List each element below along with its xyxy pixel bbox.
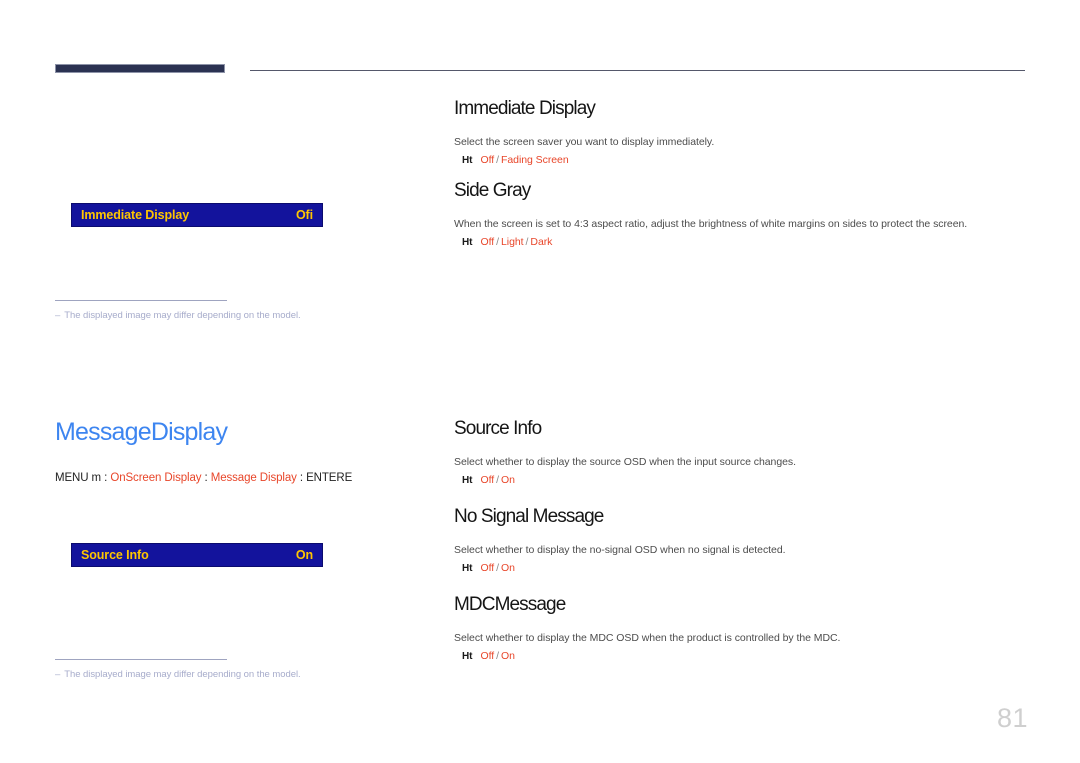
option-value[interactable]: Off [480, 236, 494, 248]
footnote-dash: – [55, 669, 61, 680]
option-value[interactable]: Off [480, 562, 494, 574]
breadcrumb-separator-1: : [101, 472, 111, 484]
option-marker-icon: Ht [462, 474, 473, 486]
topic-description: Select whether to display the no-signal … [454, 543, 786, 556]
breadcrumb-separator-2: : [201, 472, 211, 484]
topic-heading: MDCMessage [454, 594, 566, 615]
breadcrumb: MENU m : OnScreen Display : Message Disp… [55, 472, 352, 484]
option-value[interactable]: Off [480, 650, 494, 662]
osd-row-label: Source Info [81, 548, 149, 562]
topic-description: When the screen is set to 4:3 aspect rat… [454, 217, 968, 230]
breadcrumb-prefix: MENU m [55, 472, 102, 484]
option-marker-icon: Ht [462, 650, 473, 662]
osd-menu-row-source-info[interactable]: Source Info On [71, 543, 323, 567]
option-separator: / [496, 561, 499, 574]
topic-no-signal-message: No Signal Message Select whether to disp… [454, 506, 1044, 574]
topic-description: Select the screen saver you want to disp… [454, 135, 715, 148]
topic-heading: Source Info [454, 418, 542, 439]
footnote-block-top: – The displayed image may differ dependin… [55, 300, 395, 321]
osd-row-value: On [295, 548, 313, 562]
footnote-text: The displayed image may differ depending… [64, 310, 301, 321]
footnote-rule [55, 659, 227, 660]
topic-immediate-display: Immediate Display Select the screen save… [454, 98, 1044, 166]
osd-row-value: Ofi [295, 208, 313, 222]
option-separator: / [496, 649, 499, 662]
topic-heading: Side Gray [454, 180, 531, 201]
topic-description: Select whether to display the source OSD… [454, 455, 796, 468]
option-marker-icon: Ht [462, 562, 473, 574]
topic-options: Ht Off / On [454, 650, 1044, 662]
option-separator: / [496, 473, 499, 486]
topic-description: Select whether to display the MDC OSD wh… [454, 631, 841, 644]
option-value[interactable]: On [501, 474, 515, 486]
topic-mdc-message: MDCMessage Select whether to display the… [454, 594, 1044, 662]
footnote-block-bottom: – The displayed image may differ dependin… [55, 659, 395, 680]
option-value[interactable]: Off [480, 154, 494, 166]
topic-options: Ht Off / Fading Screen [454, 154, 1044, 166]
option-marker-icon: Ht [462, 154, 473, 166]
breadcrumb-separator-3: : [296, 472, 307, 484]
footnote-dash: – [55, 310, 61, 321]
option-separator: / [496, 235, 499, 248]
osd-menu-row-immediate-display[interactable]: Immediate Display Ofi [71, 203, 323, 227]
topic-options: Ht Off / On [454, 474, 1044, 486]
topic-options: Ht Off / Light / Dark [454, 236, 1044, 248]
topic-options: Ht Off / On [454, 562, 1044, 574]
page-title: MessageDisplay [55, 418, 228, 446]
footnote-rule [55, 300, 227, 301]
footnote-line: – The displayed image may differ dependin… [55, 310, 395, 321]
option-value[interactable]: Dark [530, 236, 552, 248]
option-value[interactable]: On [501, 562, 515, 574]
option-value[interactable]: Fading Screen [501, 154, 569, 166]
option-value[interactable]: Light [501, 236, 524, 248]
osd-row-label: Immediate Display [81, 208, 190, 222]
option-value[interactable]: On [501, 650, 515, 662]
header-accent-bar [55, 64, 225, 73]
breadcrumb-item-onscreen-display[interactable]: OnScreen Display [110, 472, 201, 484]
footnote-text: The displayed image may differ depending… [64, 669, 301, 680]
breadcrumb-item-message-display[interactable]: Message Display [211, 472, 297, 484]
header-divider-rule [250, 70, 1025, 71]
topic-side-gray: Side Gray When the screen is set to 4:3 … [454, 180, 1044, 248]
option-value[interactable]: Off [480, 474, 494, 486]
footnote-line: – The displayed image may differ dependin… [55, 669, 395, 680]
topic-heading: Immediate Display [454, 98, 596, 119]
topic-source-info: Source Info Select whether to display th… [454, 418, 1044, 486]
topic-heading: No Signal Message [454, 506, 604, 527]
option-marker-icon: Ht [462, 236, 473, 248]
breadcrumb-suffix-enter: ENTERE [306, 472, 353, 484]
option-separator: / [496, 153, 499, 166]
page-number: 81 [996, 703, 1028, 733]
